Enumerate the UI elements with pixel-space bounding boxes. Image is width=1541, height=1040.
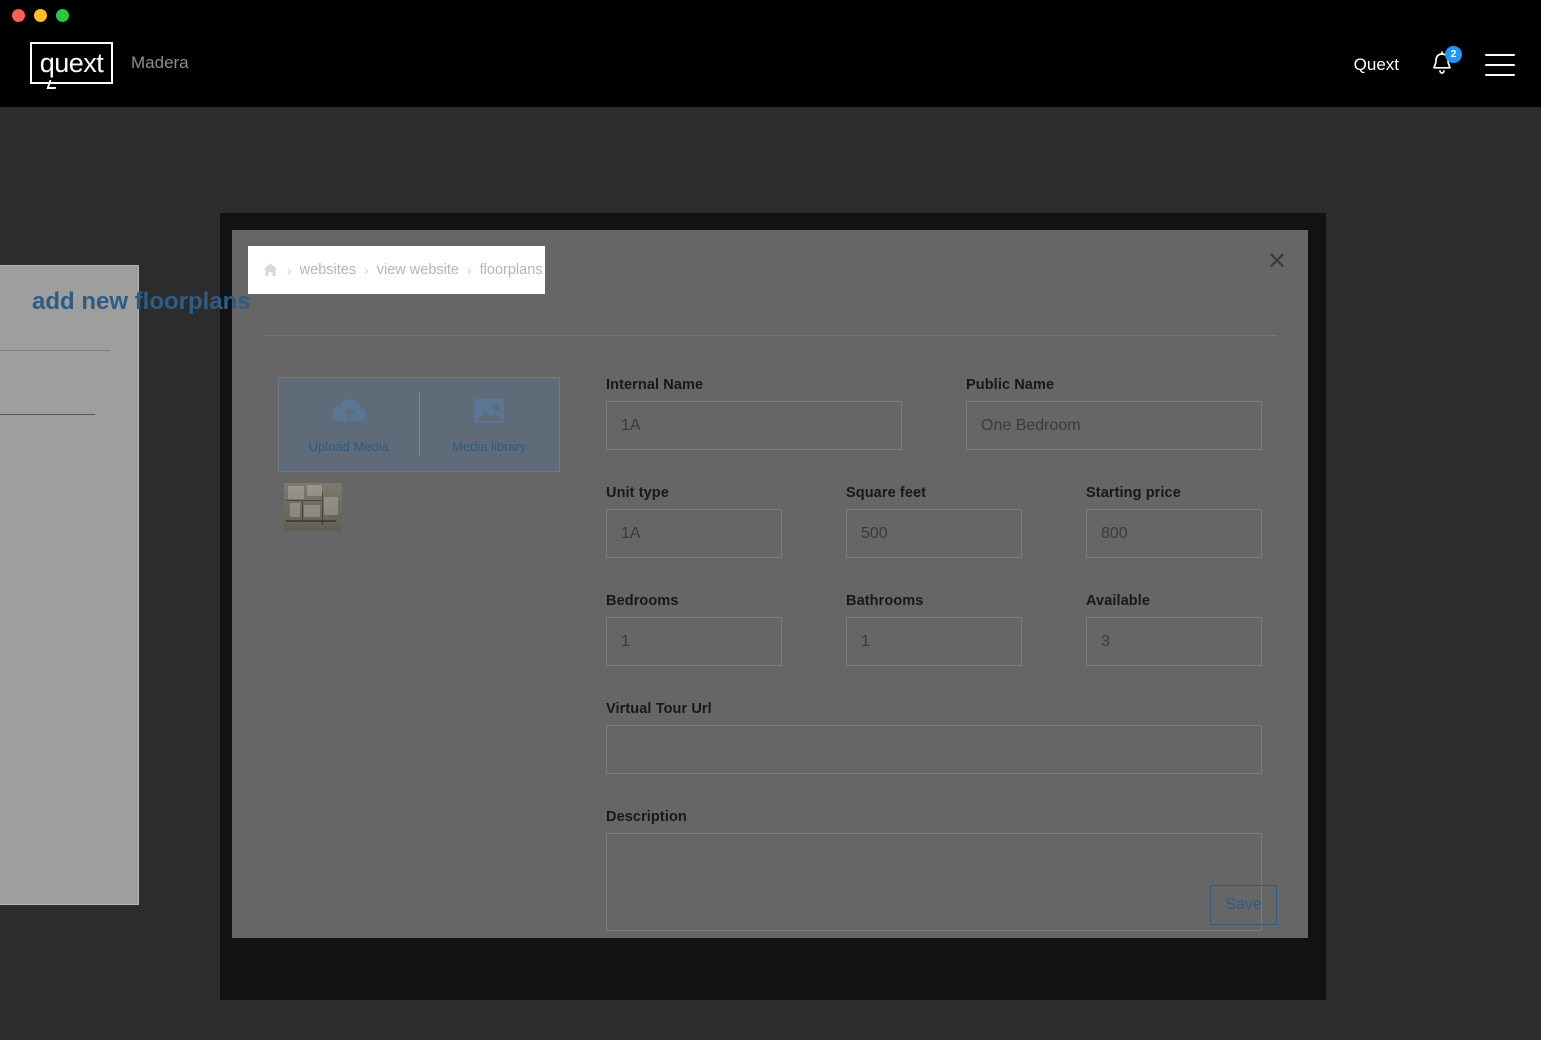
property-name: Madera xyxy=(131,53,189,72)
public-name-input[interactable] xyxy=(966,401,1262,450)
background-rule xyxy=(0,414,95,415)
description-input[interactable] xyxy=(606,833,1262,931)
public-name-field: Public Name xyxy=(966,377,1262,450)
media-library-label: Media library xyxy=(452,438,527,454)
floorplan-thumbnail[interactable] xyxy=(284,483,342,531)
account-name[interactable]: Quext xyxy=(1354,55,1399,75)
thumbnail-wall xyxy=(286,520,336,522)
internal-name-field: Internal Name xyxy=(606,377,902,450)
notifications-button[interactable]: 2 xyxy=(1429,46,1462,82)
unit-type-input[interactable] xyxy=(606,509,782,558)
thumbnail-detail xyxy=(304,505,320,517)
hamburger-menu-icon[interactable] xyxy=(1485,54,1515,76)
hamburger-line xyxy=(1485,54,1515,56)
page-title: add new floorplans xyxy=(32,288,251,315)
brand-area: quext Madera xyxy=(30,42,189,89)
hamburger-line xyxy=(1485,74,1515,76)
thumbnail-detail xyxy=(288,486,304,499)
breadcrumb-separator: › xyxy=(287,262,292,278)
media-upload-box: Upload Media Media library xyxy=(278,377,560,472)
starting-price-input[interactable] xyxy=(1086,509,1262,558)
virtual-tour-url-label: Virtual Tour Url xyxy=(606,701,712,717)
background-rule xyxy=(0,350,110,351)
breadcrumb-item-websites[interactable]: websites xyxy=(300,262,356,278)
description-field: Description xyxy=(606,809,1262,931)
close-icon[interactable]: ✕ xyxy=(1262,247,1292,277)
background-page-panel xyxy=(0,265,139,905)
window-minimize-button[interactable] xyxy=(34,9,47,22)
breadcrumb-item-view-website[interactable]: view website xyxy=(377,262,459,278)
window-controls xyxy=(12,9,69,22)
description-label: Description xyxy=(606,809,687,825)
save-button[interactable]: Save xyxy=(1210,885,1277,925)
header-actions: Quext 2 xyxy=(1354,46,1515,82)
starting-price-field: Starting price xyxy=(1086,485,1262,558)
app-window: quext Madera Quext 2 › websites › view w… xyxy=(0,0,1541,1040)
title-divider xyxy=(264,335,1277,336)
unit-type-label: Unit type xyxy=(606,485,669,501)
bathrooms-input[interactable] xyxy=(846,617,1022,666)
thumbnail-detail xyxy=(290,503,300,517)
available-field: Available xyxy=(1086,593,1262,666)
logo-text: quext xyxy=(39,47,104,78)
window-close-button[interactable] xyxy=(12,9,25,22)
notification-badge: 2 xyxy=(1445,46,1462,63)
thumbnail-detail xyxy=(324,497,338,515)
virtual-tour-url-input[interactable] xyxy=(606,725,1262,774)
bathrooms-field: Bathrooms xyxy=(846,593,1022,666)
thumbnail-detail xyxy=(307,485,322,496)
breadcrumb-item-floorplans[interactable]: floorplans xyxy=(480,262,543,278)
internal-name-label: Internal Name xyxy=(606,377,704,393)
bedrooms-label: Bedrooms xyxy=(606,593,679,609)
upload-media-label: Upload Media xyxy=(308,438,389,454)
starting-price-label: Starting price xyxy=(1086,485,1181,501)
home-icon[interactable] xyxy=(262,262,279,278)
media-library-button[interactable]: Media library xyxy=(420,378,560,471)
breadcrumb: › websites › view website › floorplans xyxy=(248,246,545,294)
public-name-label: Public Name xyxy=(966,377,1055,393)
hamburger-line xyxy=(1485,64,1515,66)
bell-icon xyxy=(1429,51,1455,82)
quext-logo[interactable]: quext xyxy=(30,42,113,89)
breadcrumb-separator: › xyxy=(466,262,472,278)
breadcrumb-separator: › xyxy=(364,262,369,278)
available-input[interactable] xyxy=(1086,617,1262,666)
bathrooms-label: Bathrooms xyxy=(846,593,924,609)
thumbnail-wall xyxy=(302,501,303,521)
square-feet-field: Square feet xyxy=(846,485,1022,558)
square-feet-input[interactable] xyxy=(846,509,1022,558)
square-feet-label: Square feet xyxy=(846,485,927,501)
image-icon xyxy=(472,396,506,431)
window-maximize-button[interactable] xyxy=(56,9,69,22)
cloud-upload-icon xyxy=(329,396,369,431)
bedrooms-field: Bedrooms xyxy=(606,593,782,666)
add-floorplan-modal: › websites › view website › floorplans ✕… xyxy=(232,230,1308,938)
unit-type-field: Unit type xyxy=(606,485,782,558)
upload-media-button[interactable]: Upload Media xyxy=(279,378,419,471)
internal-name-input[interactable] xyxy=(606,401,902,450)
virtual-tour-url-field: Virtual Tour Url xyxy=(606,701,1262,774)
logo-tail-decoration xyxy=(46,80,59,89)
bedrooms-input[interactable] xyxy=(606,617,782,666)
title-bar: quext Madera Quext 2 xyxy=(0,0,1541,107)
available-label: Available xyxy=(1086,593,1151,609)
thumbnail-wall xyxy=(286,500,322,501)
